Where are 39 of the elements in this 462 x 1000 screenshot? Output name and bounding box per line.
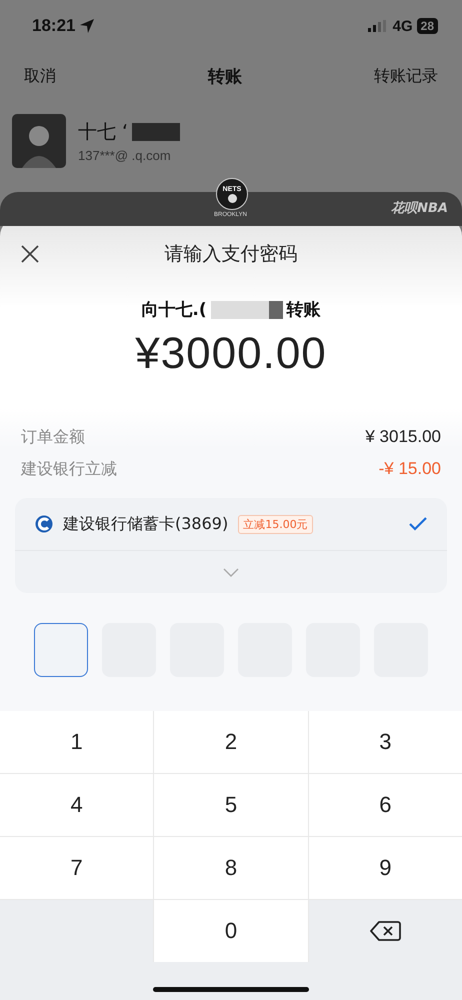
amount-value: ¥3000.00 [134,329,328,379]
digit-key[interactable]: 3 [308,711,462,773]
sheet-title: 请输入支付密码 [164,242,298,267]
digit-key[interactable]: 7 [0,837,154,899]
digit-key[interactable]: 0 [154,900,308,962]
summary-value: ¥ 3015.00 [365,427,441,448]
bank-logo-icon [35,515,53,533]
recipient-suffix: 转账 [286,299,321,321]
discount-tag: 立减15.00元 [238,514,313,534]
battery-level: 28 [420,19,434,33]
payment-method-name[interactable]: 建设银行储蓄卡(3869) [63,514,228,534]
close-icon [20,244,40,264]
contact-account: 137***@ .q.com [78,148,172,163]
digit-key[interactable]: 6 [308,774,462,836]
signal-icon [368,20,386,32]
recipient-text: 向十七.( [141,299,207,321]
digit-key[interactable]: 2 [154,711,308,773]
cancel-link[interactable]: 取消 [24,66,56,86]
ball-icon [228,194,236,202]
summary-label: 订单金额 [21,427,85,448]
summary-value: -¥ 15.00 [378,459,441,480]
chevron-down-icon [223,568,239,576]
digit-key[interactable]: 9 [308,837,462,899]
backspace-icon [369,920,402,942]
network-label: 4G [392,18,413,34]
digit-key[interactable]: 4 [0,774,154,836]
clock-time: 18:21 [32,16,76,36]
contact-name: 十七 ‘ [78,120,128,145]
history-link[interactable]: 转账记录 [374,66,438,86]
digit-key[interactable]: 8 [154,837,308,899]
brand-label: 花呗NBA [391,200,448,217]
page-title: 转账 [208,66,242,88]
summary-label: 建设银行立减 [21,459,117,480]
password-digit-field[interactable] [34,623,88,677]
location-arrow-icon [79,18,96,34]
backspace-key[interactable] [308,900,462,962]
digit-key[interactable]: 1 [0,711,154,773]
digit-key[interactable]: 5 [154,774,308,836]
redaction-mark [132,123,180,141]
